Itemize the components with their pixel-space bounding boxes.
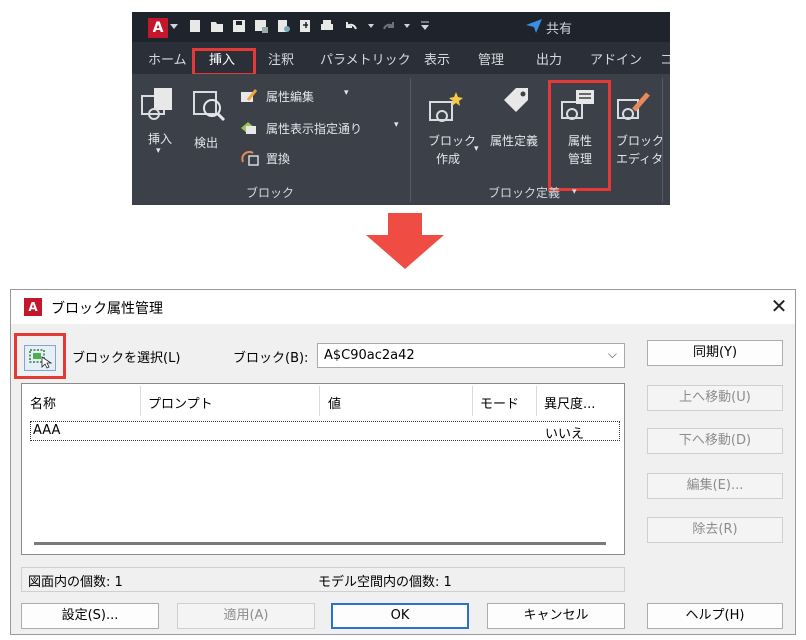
share-icon[interactable] — [526, 19, 542, 33]
define-attribute-icon[interactable] — [500, 86, 534, 122]
select-block-label: ブロックを選択(L) — [72, 351, 181, 366]
create-block-label-1[interactable]: ブロック — [428, 132, 476, 149]
block-panel-title: ブロック — [246, 186, 295, 200]
detect-label[interactable]: 検出 — [194, 134, 218, 151]
column-header-value[interactable]: 値 — [328, 393, 341, 412]
row-name: AAA — [33, 423, 61, 438]
move-up-button[interactable]: 上へ移動(U) — [647, 385, 783, 411]
tab-manage[interactable]: 管理 — [478, 49, 504, 68]
block-editor-label-2[interactable]: エディタ — [616, 150, 663, 167]
attribute-edit-label[interactable]: 属性編集 — [266, 88, 314, 105]
dialog-title: ブロック属性管理 — [51, 301, 163, 317]
dropdown-arrow-icon[interactable] — [170, 22, 178, 30]
undo-icon[interactable] — [344, 19, 358, 33]
status-bar: 図面内の個数: 1 モデル空間内の個数: 1 — [21, 567, 625, 592]
attribute-list[interactable]: 名称 プロンプト 値 モード 異尺度... AAA いいえ — [21, 383, 625, 555]
attribute-edit-icon[interactable] — [240, 88, 258, 104]
publish-web-icon[interactable] — [276, 19, 290, 33]
tab-parametric[interactable]: パラメトリック — [320, 49, 411, 68]
insert-tab-highlight — [192, 48, 256, 76]
attribute-display-dropdown-icon[interactable]: ▾ — [394, 120, 399, 130]
redo-dropdown-icon[interactable] — [404, 22, 412, 30]
open-folder-icon[interactable] — [210, 19, 224, 33]
tab-addins[interactable]: アドイン — [590, 49, 642, 68]
down-arrow-icon — [366, 213, 444, 269]
insert-dropdown-icon[interactable]: ▾ — [156, 146, 161, 156]
column-divider[interactable] — [472, 386, 473, 416]
block-editor-label-1[interactable]: ブロック — [616, 132, 664, 149]
insert-block-icon[interactable] — [140, 86, 176, 122]
attribute-display-label[interactable]: 属性表示指定通り — [266, 120, 362, 137]
attribute-display-icon[interactable] — [240, 120, 258, 136]
panel-separator — [410, 78, 411, 202]
column-header-name[interactable]: 名称 — [30, 393, 56, 412]
column-header-prompt[interactable]: プロンプト — [148, 393, 213, 412]
cancel-button[interactable]: キャンセル — [487, 603, 625, 629]
detect-block-icon[interactable] — [190, 86, 226, 122]
block-attribute-manager-dialog: A ブロック属性管理 ✕ ブロックを選択(L) ブロック(B): A$C90ac… — [10, 289, 796, 635]
panel-separator-2 — [662, 78, 663, 202]
column-divider[interactable] — [536, 386, 537, 416]
undo-dropdown-icon[interactable] — [368, 22, 376, 30]
tab-output[interactable]: 出力 — [536, 49, 562, 68]
redo-icon[interactable] — [382, 19, 396, 33]
tab-collaborate[interactable]: コ — [660, 49, 670, 68]
chevron-down-icon[interactable]: ⌵ — [608, 347, 617, 362]
autocad-icon: A — [24, 298, 42, 316]
block-definition-panel-title[interactable]: ブロック定義 — [488, 184, 560, 201]
column-divider[interactable] — [140, 386, 141, 416]
application-button[interactable]: A — [148, 18, 168, 38]
tab-view[interactable]: 表示 — [424, 49, 450, 68]
edit-button[interactable]: 編集(E)... — [647, 473, 783, 499]
attribute-manager-highlight — [548, 80, 611, 191]
column-header-annotative[interactable]: 異尺度... — [544, 393, 595, 412]
block-select[interactable]: A$C90ac2a42 ⌵ — [317, 343, 625, 368]
define-attribute-label[interactable]: 属性定義 — [490, 132, 538, 149]
new-file-icon[interactable] — [188, 19, 202, 33]
row-annotative: いいえ — [545, 427, 585, 442]
sync-button[interactable]: 同期(Y) — [647, 340, 783, 366]
select-block-highlight — [14, 333, 66, 379]
settings-button[interactable]: 設定(S)... — [21, 603, 159, 629]
help-button[interactable]: ヘルプ(H) — [647, 603, 783, 629]
create-block-dropdown-icon[interactable]: ▾ — [474, 144, 479, 154]
dialog-titlebar[interactable]: A ブロック属性管理 ✕ — [11, 290, 795, 324]
column-header-mode[interactable]: モード — [480, 393, 519, 412]
block-select-value: A$C90ac2a42 — [324, 348, 415, 363]
tab-home[interactable]: ホーム — [148, 49, 187, 68]
tab-annotate[interactable]: 注釈 — [268, 49, 294, 68]
horizontal-scrollbar[interactable] — [34, 542, 606, 545]
save-icon[interactable] — [232, 19, 246, 33]
replace-label[interactable]: 置換 — [266, 150, 290, 167]
table-row[interactable]: AAA いいえ — [30, 421, 620, 442]
column-divider[interactable] — [319, 386, 320, 416]
ok-button[interactable]: OK — [331, 603, 469, 629]
replace-icon[interactable] — [240, 148, 260, 166]
import-icon[interactable] — [298, 19, 312, 33]
status-model-count: モデル空間内の個数: 1 — [318, 575, 452, 590]
apply-button[interactable]: 適用(A) — [177, 603, 315, 629]
insert-label[interactable]: 挿入 — [148, 130, 172, 147]
close-icon[interactable]: ✕ — [765, 292, 793, 320]
status-drawing-count: 図面内の個数: 1 — [28, 575, 123, 590]
quick-access-toolbar: A 共有 — [132, 12, 670, 42]
block-definition-dropdown-icon[interactable]: ▾ — [572, 187, 577, 197]
block-label: ブロック(B): — [233, 351, 309, 366]
ribbon-screenshot: A 共有 ホーム 挿入 注釈 パラメトリック 表示 管理 出力 アドイン コ 挿… — [132, 12, 670, 205]
create-block-icon[interactable] — [428, 90, 464, 124]
save-as-icon[interactable] — [254, 19, 268, 33]
remove-button[interactable]: 除去(R) — [647, 517, 783, 543]
customize-toolbar-icon[interactable] — [420, 20, 430, 32]
attribute-edit-dropdown-icon[interactable]: ▾ — [344, 88, 349, 98]
plot-icon[interactable] — [320, 19, 334, 33]
block-editor-icon[interactable] — [616, 88, 652, 124]
share-label[interactable]: 共有 — [546, 18, 572, 37]
move-down-button[interactable]: 下へ移動(D) — [647, 428, 783, 454]
create-block-label-2[interactable]: 作成 — [436, 150, 460, 167]
